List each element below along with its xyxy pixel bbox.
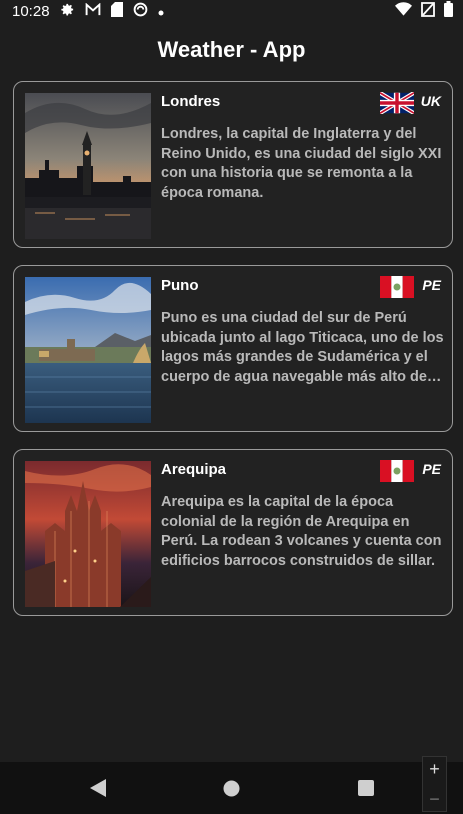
city-name: Arequipa — [161, 461, 227, 478]
status-time: 10:28 — [12, 2, 50, 20]
battery-icon — [444, 1, 453, 21]
zoom-out-button[interactable]: − — [429, 787, 440, 811]
zoom-control: + − — [422, 756, 447, 812]
status-right — [395, 1, 453, 21]
city-description: Londres, la capital de Inglaterra y del … — [161, 126, 442, 201]
zoom-in-button[interactable]: + — [429, 757, 440, 781]
city-card-arequipa[interactable]: Arequipa PE Arequipa es la capital de la… — [13, 449, 453, 616]
gmail-icon — [85, 2, 101, 20]
country-code: UK — [420, 93, 441, 109]
system-nav-bar — [0, 762, 463, 814]
status-left: 10:28 — [12, 1, 164, 21]
city-name: Londres — [161, 93, 221, 110]
uk-flag-icon — [378, 91, 416, 115]
city-description: Arequipa es la capital de la época colon… — [161, 494, 442, 569]
city-image — [25, 461, 151, 607]
sync-icon — [133, 2, 148, 21]
country-code: PE — [422, 277, 441, 293]
recents-icon[interactable] — [352, 774, 380, 802]
no-sim-icon — [421, 1, 435, 21]
app-bar: Weather - App — [0, 30, 463, 70]
country-code: PE — [422, 461, 441, 477]
city-image — [25, 277, 151, 423]
peru-flag-icon — [380, 460, 414, 482]
sd-card-icon — [110, 1, 123, 21]
page-title: Weather - App — [157, 37, 306, 62]
city-card-puno[interactable]: Puno PE Puno es una ciudad del sur de Pe… — [13, 265, 453, 432]
gear-icon — [60, 2, 75, 21]
city-card-londres[interactable]: Londres UK Londres, la capital de Inglat… — [13, 81, 453, 248]
peru-flag-icon — [380, 276, 414, 298]
status-bar: 10:28 — [0, 0, 463, 22]
home-icon[interactable] — [218, 774, 246, 802]
city-name: Puno — [161, 277, 199, 294]
back-icon[interactable] — [84, 774, 112, 802]
city-image — [25, 93, 151, 239]
wifi-icon — [395, 2, 412, 20]
city-description: Puno es una ciudad del sur de Perú ubica… — [161, 310, 444, 385]
dot-icon — [158, 3, 164, 20]
